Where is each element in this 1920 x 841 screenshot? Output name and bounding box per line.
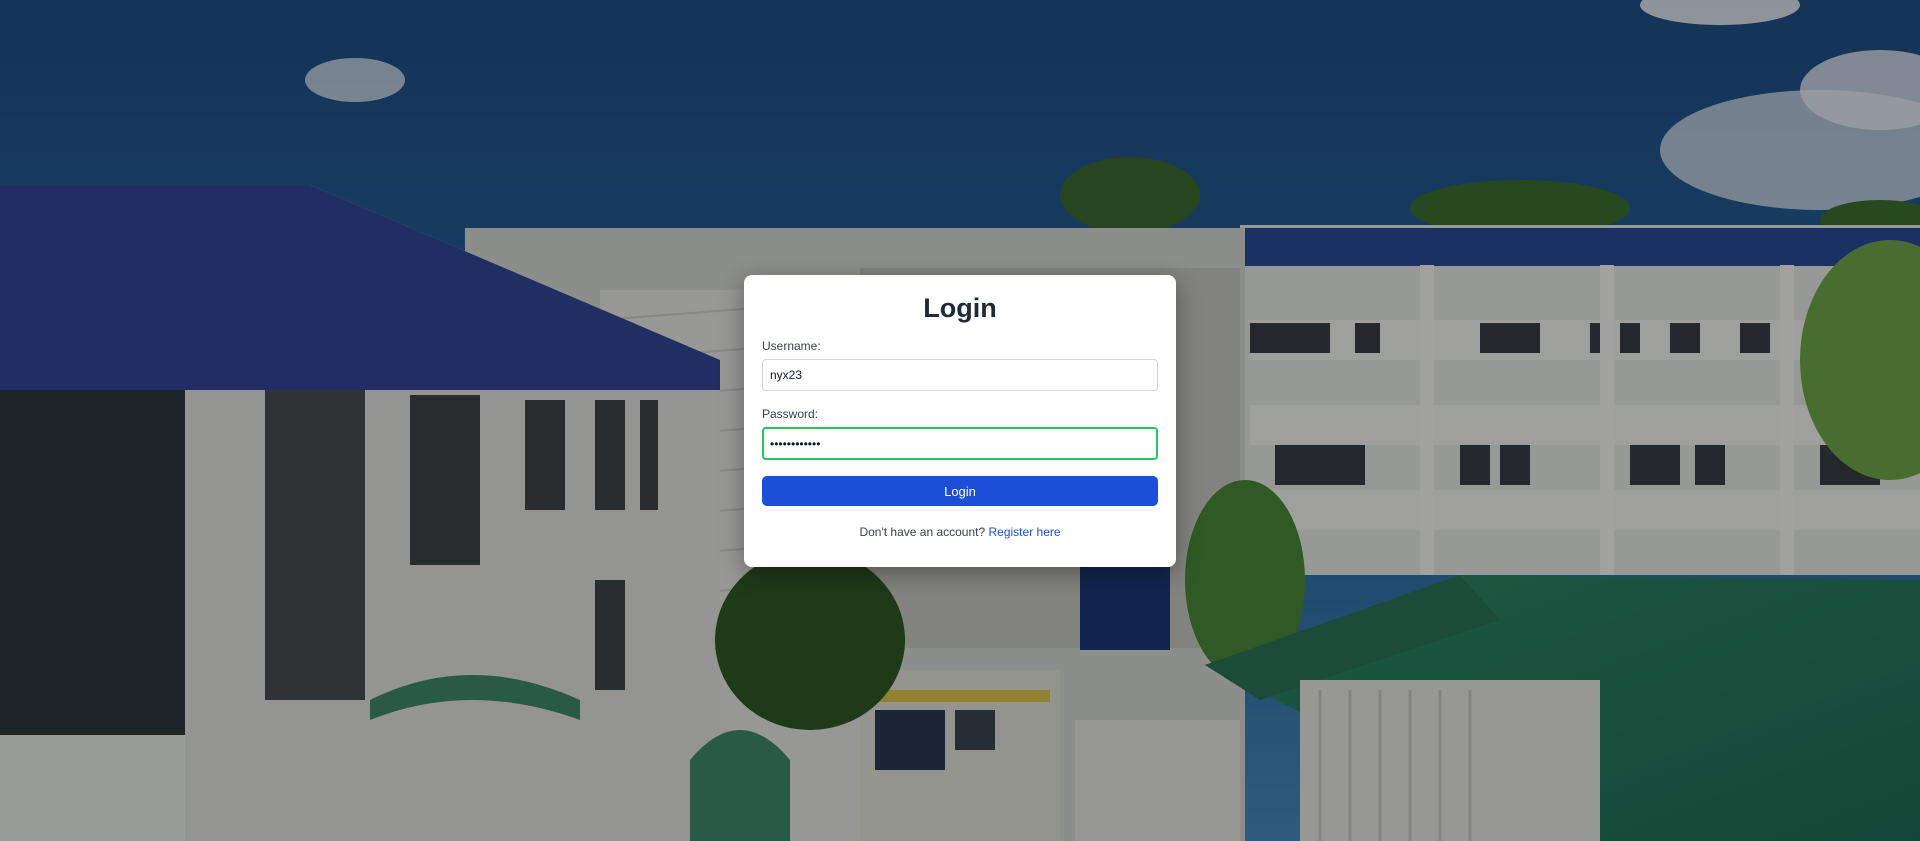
register-link[interactable]: Register here [989, 525, 1061, 539]
register-prompt-text: Don't have an account? [859, 525, 986, 539]
password-input[interactable] [762, 427, 1158, 460]
username-label: Username: [762, 339, 821, 353]
register-prompt-line: Don't have an account? Register here [762, 525, 1158, 539]
password-label: Password: [762, 407, 819, 421]
login-card: Login Username: Password: Login Don't ha… [744, 275, 1176, 567]
page-title: Login [923, 293, 997, 323]
username-input[interactable] [762, 359, 1158, 391]
login-button[interactable]: Login [762, 476, 1158, 506]
